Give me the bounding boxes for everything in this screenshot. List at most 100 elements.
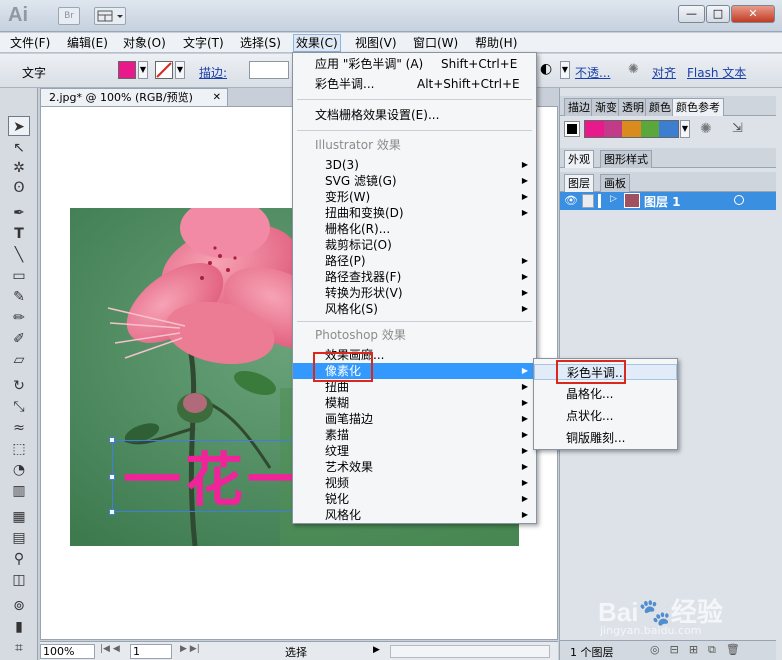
next-page-icon[interactable]: ▶ ▶| bbox=[180, 644, 200, 654]
crop-marks-item[interactable]: 裁剪标记(O) bbox=[293, 237, 536, 253]
svg-filters-item[interactable]: SVG 滤镜(G) ▶ bbox=[293, 173, 536, 189]
tab-transparency[interactable]: 透明 bbox=[618, 98, 648, 116]
graph-tool-icon[interactable]: ▥ bbox=[8, 481, 30, 501]
document-tab[interactable]: 2.jpg* @ 100% (RGB/预览) ✕ bbox=[40, 88, 228, 106]
menu-select[interactable]: 选择(S) bbox=[238, 35, 283, 51]
eraser-tool-icon[interactable]: ▱ bbox=[8, 350, 30, 370]
harmony-swatch[interactable] bbox=[640, 121, 660, 137]
horizontal-scrollbar[interactable] bbox=[390, 645, 550, 658]
document-close-icon[interactable]: ✕ bbox=[213, 89, 221, 106]
harmony-swatch[interactable] bbox=[603, 121, 623, 137]
menu-type[interactable]: 文字(T) bbox=[181, 35, 226, 51]
stroke-weight-label[interactable]: 描边: bbox=[199, 64, 227, 81]
fill-dropdown[interactable]: ▼ bbox=[138, 61, 148, 79]
align-link[interactable]: 对齐 bbox=[652, 64, 676, 81]
paintbrush-tool-icon[interactable]: ✎ bbox=[8, 287, 30, 307]
distort-item[interactable]: 扭曲 ▶ bbox=[293, 379, 536, 395]
document-raster-settings-item[interactable]: 文档栅格效果设置(E)... bbox=[293, 107, 536, 123]
target-icon[interactable] bbox=[734, 195, 744, 205]
fill-swatch[interactable] bbox=[118, 61, 136, 79]
save-color-group-icon[interactable]: ⇲ bbox=[732, 121, 743, 136]
workspace-layout-button[interactable] bbox=[94, 7, 126, 25]
menu-edit[interactable]: 编辑(E) bbox=[65, 35, 110, 51]
tab-layers[interactable]: 图层 bbox=[564, 174, 594, 192]
pixelate-item[interactable]: 像素化 ▶ bbox=[293, 363, 536, 379]
minimize-button[interactable]: — bbox=[678, 5, 705, 23]
menu-help[interactable]: 帮助(H) bbox=[473, 35, 519, 51]
menu-view[interactable]: 视图(V) bbox=[353, 35, 399, 51]
line-tool-icon[interactable]: ╲ bbox=[8, 245, 30, 265]
harmony-swatch[interactable] bbox=[622, 121, 641, 137]
last-effect-item[interactable]: 彩色半调... Alt+Shift+Ctrl+E bbox=[293, 76, 536, 92]
layer-name[interactable]: 图层 1 bbox=[644, 193, 681, 210]
magic-wand-tool-icon[interactable]: ✲ bbox=[8, 158, 30, 178]
symbol-sprayer-tool-icon[interactable]: ⊚ bbox=[8, 596, 30, 616]
mezzotint-item[interactable]: 铜版雕刻... bbox=[534, 430, 677, 446]
close-button[interactable]: ✕ bbox=[731, 5, 775, 23]
expand-layer-icon[interactable]: ▷ bbox=[610, 194, 617, 204]
selection-tool-icon[interactable]: ➤ bbox=[8, 116, 30, 136]
harmony-rules-dropdown[interactable]: ▼ bbox=[680, 120, 690, 138]
tab-color[interactable]: 颜色 bbox=[645, 98, 675, 116]
zoom-select[interactable]: 100% bbox=[40, 644, 95, 659]
selection-handle[interactable] bbox=[109, 509, 115, 515]
stroke-dropdown[interactable]: ▼ bbox=[175, 61, 185, 79]
apply-last-effect-item[interactable]: 应用 "彩色半调" (A) Shift+Ctrl+E bbox=[293, 56, 536, 72]
effect-gallery-item[interactable]: 效果画廊... bbox=[293, 347, 536, 363]
crystallize-item[interactable]: 晶格化... bbox=[534, 386, 677, 402]
layer-action-icons[interactable]: ◎⊟⊞⧉🗑 bbox=[650, 643, 750, 657]
page-select[interactable]: 1 bbox=[130, 644, 172, 659]
sharpen-item[interactable]: 锐化 ▶ bbox=[293, 491, 536, 507]
path-item[interactable]: 路径(P) ▶ bbox=[293, 253, 536, 269]
brush-strokes-item[interactable]: 画笔描边 ▶ bbox=[293, 411, 536, 427]
pen-tool-icon[interactable]: ✒ bbox=[8, 203, 30, 223]
effect-3d-item[interactable]: 3D(3) ▶ bbox=[293, 157, 536, 173]
sketch-item[interactable]: 素描 ▶ bbox=[293, 427, 536, 443]
selection-handle[interactable] bbox=[109, 437, 115, 443]
direct-selection-tool-icon[interactable]: ↖ bbox=[8, 138, 30, 158]
maximize-button[interactable]: □ bbox=[706, 5, 730, 23]
tab-appearance[interactable]: 外观 bbox=[564, 150, 594, 168]
layer-row[interactable]: 👁 ▷ 图层 1 bbox=[560, 192, 776, 210]
recolor-icon[interactable]: ✺ bbox=[628, 62, 639, 77]
artistic-item[interactable]: 艺术效果 ▶ bbox=[293, 459, 536, 475]
tab-color-guide[interactable]: 颜色参考 bbox=[672, 98, 724, 116]
harmony-color-strip[interactable] bbox=[584, 120, 679, 138]
rasterize-item[interactable]: 栅格化(R)... bbox=[293, 221, 536, 237]
style-icon[interactable]: ◐ bbox=[540, 61, 552, 77]
menu-window[interactable]: 窗口(W) bbox=[411, 35, 460, 51]
lock-toggle[interactable] bbox=[582, 194, 594, 208]
video-item[interactable]: 视频 ▶ bbox=[293, 475, 536, 491]
selection-handle[interactable] bbox=[109, 474, 115, 480]
free-transform-tool-icon[interactable]: ⬚ bbox=[8, 439, 30, 459]
texture-item[interactable]: 纹理 ▶ bbox=[293, 443, 536, 459]
tab-graphic-styles[interactable]: 图形样式 bbox=[600, 150, 652, 168]
warp-item[interactable]: 变形(W) ▶ bbox=[293, 189, 536, 205]
blend-tool-icon[interactable]: ◫ bbox=[8, 570, 30, 590]
menu-effect[interactable]: 效果(C) bbox=[293, 34, 341, 52]
color-halftone-item[interactable]: 彩色半调... bbox=[534, 364, 677, 380]
stylize-photoshop-item[interactable]: 风格化 ▶ bbox=[293, 507, 536, 523]
shape-builder-tool-icon[interactable]: ◔ bbox=[8, 460, 30, 480]
rotate-tool-icon[interactable]: ↻ bbox=[8, 376, 30, 396]
style-dropdown[interactable]: ▼ bbox=[560, 61, 570, 79]
type-tool-icon[interactable]: T bbox=[8, 224, 30, 244]
opacity-link[interactable]: 不透... bbox=[575, 64, 610, 81]
scale-tool-icon[interactable]: ⤡ bbox=[8, 397, 30, 417]
menu-file[interactable]: 文件(F) bbox=[8, 35, 52, 51]
harmony-swatch[interactable] bbox=[585, 121, 604, 137]
recolor-artwork-icon[interactable]: ✺ bbox=[700, 121, 712, 137]
visibility-eye-icon[interactable]: 👁 bbox=[564, 194, 578, 207]
pencil-tool-icon[interactable]: ✏ bbox=[8, 308, 30, 328]
first-page-icon[interactable]: |◀ ◀ bbox=[100, 644, 120, 654]
tab-stroke[interactable]: 描边 bbox=[564, 98, 594, 116]
column-graph-tool-icon[interactable]: ▮ bbox=[8, 617, 30, 637]
harmony-swatch[interactable] bbox=[659, 121, 678, 137]
stylize-illustrator-item[interactable]: 风格化(S) ▶ bbox=[293, 301, 536, 317]
bridge-button[interactable]: Br bbox=[58, 7, 80, 25]
mesh-tool-icon[interactable]: ▦ bbox=[8, 507, 30, 527]
convert-to-shape-item[interactable]: 转换为形状(V) ▶ bbox=[293, 285, 536, 301]
menu-object[interactable]: 对象(O) bbox=[121, 35, 168, 51]
rectangle-tool-icon[interactable]: ▭ bbox=[8, 266, 30, 286]
blur-item[interactable]: 模糊 ▶ bbox=[293, 395, 536, 411]
